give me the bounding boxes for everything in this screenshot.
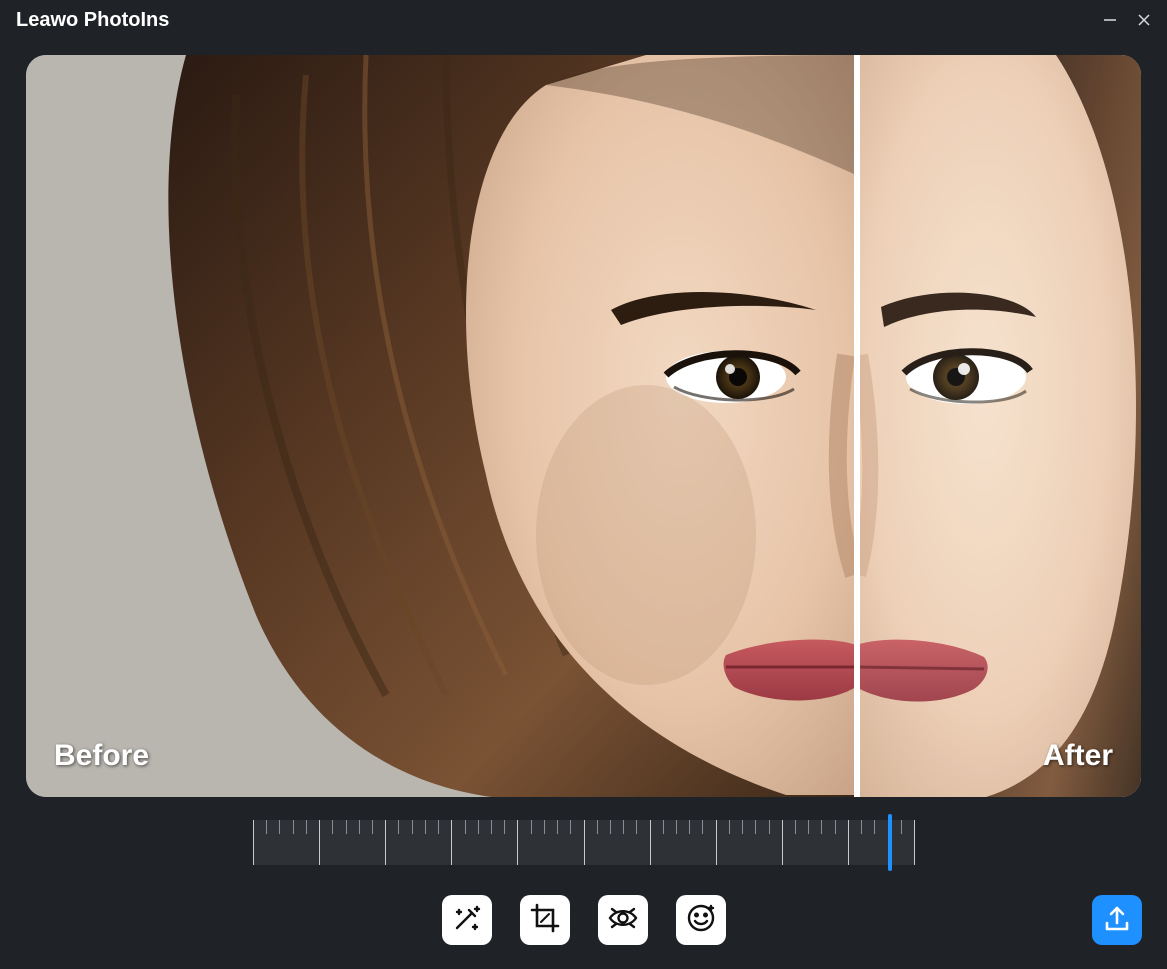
crop-button[interactable] <box>520 895 570 945</box>
zoom-ruler[interactable] <box>253 820 914 865</box>
eye-icon <box>606 901 640 940</box>
after-label: After <box>1043 739 1113 773</box>
ruler-handle[interactable] <box>888 814 892 871</box>
auto-enhance-button[interactable] <box>442 895 492 945</box>
preview-area[interactable]: Before After <box>26 55 1141 797</box>
close-button[interactable] <box>1137 13 1151 27</box>
before-label: Before <box>54 739 149 773</box>
face-retouch-button[interactable] <box>676 895 726 945</box>
titlebar: Leawo PhotoIns <box>0 0 1167 40</box>
minimize-button[interactable] <box>1103 13 1117 27</box>
ruler-ticks <box>253 820 914 865</box>
before-after-divider[interactable] <box>854 55 860 797</box>
export-button[interactable] <box>1092 895 1142 945</box>
window-controls <box>1103 13 1151 27</box>
export-icon <box>1102 903 1132 938</box>
preview-image <box>26 55 1141 797</box>
app-title: Leawo PhotoIns <box>16 9 169 32</box>
magic-wand-icon <box>450 901 484 940</box>
smiley-icon <box>684 901 718 940</box>
crop-icon <box>528 901 562 940</box>
toolbar <box>0 895 1167 945</box>
eye-enhance-button[interactable] <box>598 895 648 945</box>
